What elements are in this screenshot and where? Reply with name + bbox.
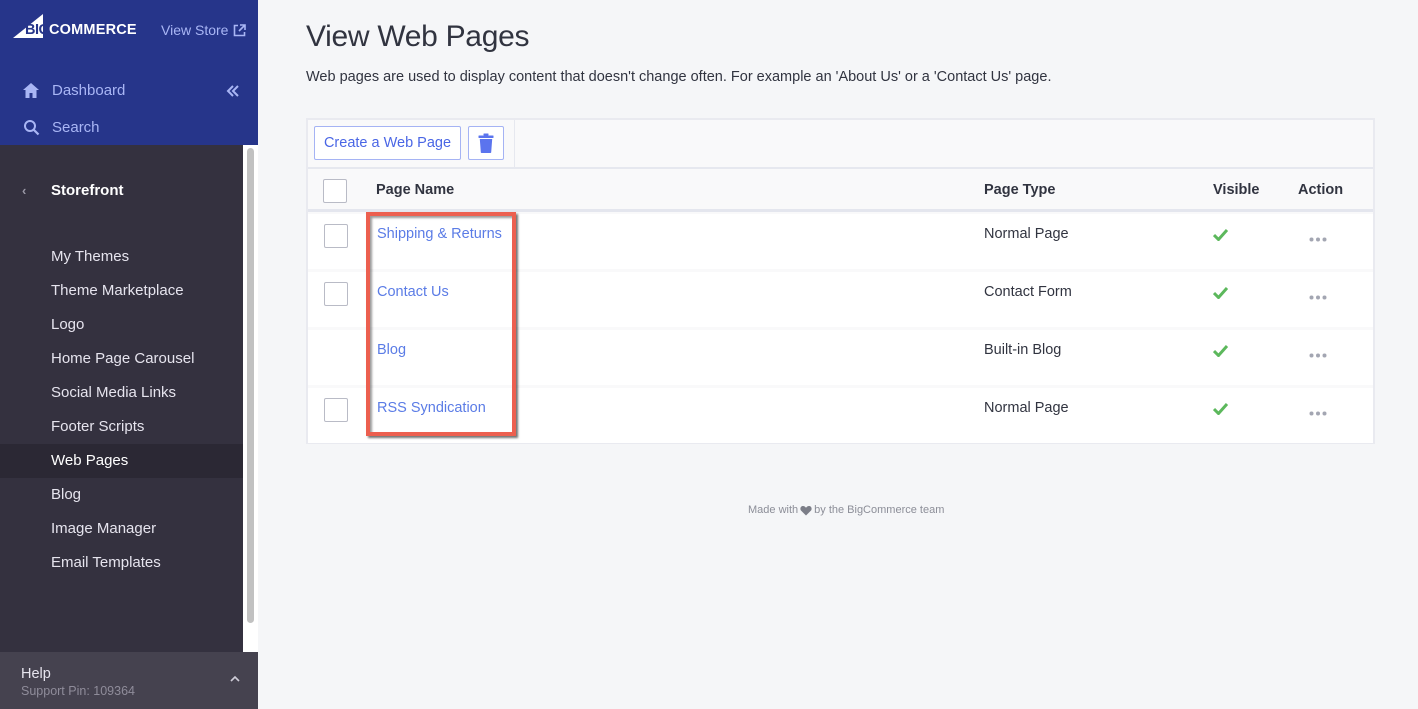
create-web-page-button[interactable]: Create a Web Page bbox=[314, 126, 461, 160]
footer-text-after: by the BigCommerce team bbox=[814, 504, 945, 516]
chevron-left-icon: ‹ bbox=[22, 183, 27, 198]
web-pages-panel: Create a Web Page Page Name Page Type Vi… bbox=[306, 118, 1375, 444]
section-title: Storefront bbox=[51, 182, 124, 199]
column-header-visible: Visible bbox=[1213, 182, 1260, 198]
page-type: Built-in Blog bbox=[984, 342, 1062, 358]
trash-icon bbox=[478, 133, 494, 153]
page-name-link[interactable]: RSS Syndication bbox=[377, 400, 486, 416]
double-chevron-left-icon bbox=[226, 85, 239, 97]
chevron-up-icon[interactable] bbox=[230, 672, 240, 686]
table-toolbar: Create a Web Page bbox=[308, 120, 1373, 169]
sidebar-scrollbar[interactable] bbox=[243, 145, 258, 652]
table-row: RSS Syndication Normal Page bbox=[308, 388, 1373, 443]
sidebar-item-blog[interactable]: Blog bbox=[0, 478, 243, 512]
storefront-section-header[interactable]: ‹ Storefront bbox=[22, 182, 124, 199]
footer-credit: Made with by the BigCommerce team bbox=[748, 504, 944, 516]
more-actions-icon[interactable] bbox=[1309, 230, 1327, 246]
nav-dashboard[interactable]: Dashboard bbox=[22, 81, 125, 99]
sidebar-item-my-themes[interactable]: My Themes bbox=[0, 240, 243, 274]
support-pin: Support Pin: 109364 bbox=[21, 684, 135, 698]
more-actions-icon[interactable] bbox=[1309, 346, 1327, 362]
sidebar-item-image-manager[interactable]: Image Manager bbox=[0, 512, 243, 546]
search-icon bbox=[22, 118, 40, 136]
row-checkbox[interactable] bbox=[324, 224, 348, 248]
page-type: Normal Page bbox=[984, 226, 1069, 242]
table-row: Blog Built-in Blog bbox=[308, 330, 1373, 385]
select-all-checkbox[interactable] bbox=[323, 179, 347, 203]
logo-commerce-text: COMMERCE bbox=[49, 22, 137, 38]
collapse-sidebar-button[interactable] bbox=[226, 82, 240, 103]
search-label: Search bbox=[52, 118, 100, 136]
sidebar-scrollbar-thumb[interactable] bbox=[247, 148, 254, 623]
delete-button[interactable] bbox=[468, 126, 504, 160]
sidebar-item-logo[interactable]: Logo bbox=[0, 308, 243, 342]
page-type: Contact Form bbox=[984, 284, 1072, 300]
view-store-label: View Store bbox=[161, 22, 229, 38]
row-checkbox[interactable] bbox=[324, 282, 348, 306]
page-name-link[interactable]: Shipping & Returns bbox=[377, 226, 502, 242]
sidebar-header: BIG COMMERCE View Store Dashboard Search bbox=[0, 0, 258, 145]
toolbar-divider bbox=[514, 120, 515, 169]
table-row: Contact Us Contact Form bbox=[308, 272, 1373, 327]
sidebar-item-footer-scripts[interactable]: Footer Scripts bbox=[0, 410, 243, 444]
visible-check-icon bbox=[1212, 228, 1229, 245]
footer-text-before: Made with bbox=[748, 504, 799, 516]
page-title: View Web Pages bbox=[306, 20, 530, 53]
external-link-icon bbox=[234, 23, 247, 36]
nav-search[interactable]: Search bbox=[22, 118, 100, 136]
sidebar-item-home-page-carousel[interactable]: Home Page Carousel bbox=[0, 342, 243, 376]
bigcommerce-logo[interactable]: BIG COMMERCE bbox=[13, 14, 137, 40]
more-actions-icon[interactable] bbox=[1309, 288, 1327, 304]
help-title: Help bbox=[21, 666, 51, 682]
logo-big-text: BIG bbox=[25, 22, 50, 38]
sidebar: BIG COMMERCE View Store Dashboard Search… bbox=[0, 0, 258, 709]
row-checkbox[interactable] bbox=[324, 398, 348, 422]
help-bar[interactable]: Help Support Pin: 109364 bbox=[0, 652, 258, 709]
sidebar-item-social-media-links[interactable]: Social Media Links bbox=[0, 376, 243, 410]
column-header-action: Action bbox=[1298, 182, 1344, 198]
view-store-link[interactable]: View Store bbox=[161, 22, 247, 38]
column-header-page-type[interactable]: Page Type bbox=[984, 182, 1055, 198]
page-type: Normal Page bbox=[984, 400, 1069, 416]
heart-icon bbox=[800, 505, 812, 515]
home-icon bbox=[22, 81, 40, 99]
column-header-page-name[interactable]: Page Name bbox=[376, 182, 454, 198]
dashboard-label: Dashboard bbox=[52, 81, 126, 99]
page-name-link[interactable]: Contact Us bbox=[377, 284, 449, 300]
more-actions-icon[interactable] bbox=[1309, 404, 1327, 420]
page-description: Web pages are used to display content th… bbox=[306, 69, 1052, 85]
sidebar-item-theme-marketplace[interactable]: Theme Marketplace bbox=[0, 274, 243, 308]
table-header: Page Name Page Type Visible Action bbox=[308, 171, 1373, 212]
visible-check-icon bbox=[1212, 402, 1229, 419]
visible-check-icon bbox=[1212, 286, 1229, 303]
sidebar-item-web-pages[interactable]: Web Pages bbox=[0, 444, 243, 478]
visible-check-icon bbox=[1212, 344, 1229, 361]
sidebar-item-email-templates[interactable]: Email Templates bbox=[0, 546, 243, 580]
table-row: Shipping & Returns Normal Page bbox=[308, 214, 1373, 269]
page-name-link[interactable]: Blog bbox=[377, 342, 406, 358]
